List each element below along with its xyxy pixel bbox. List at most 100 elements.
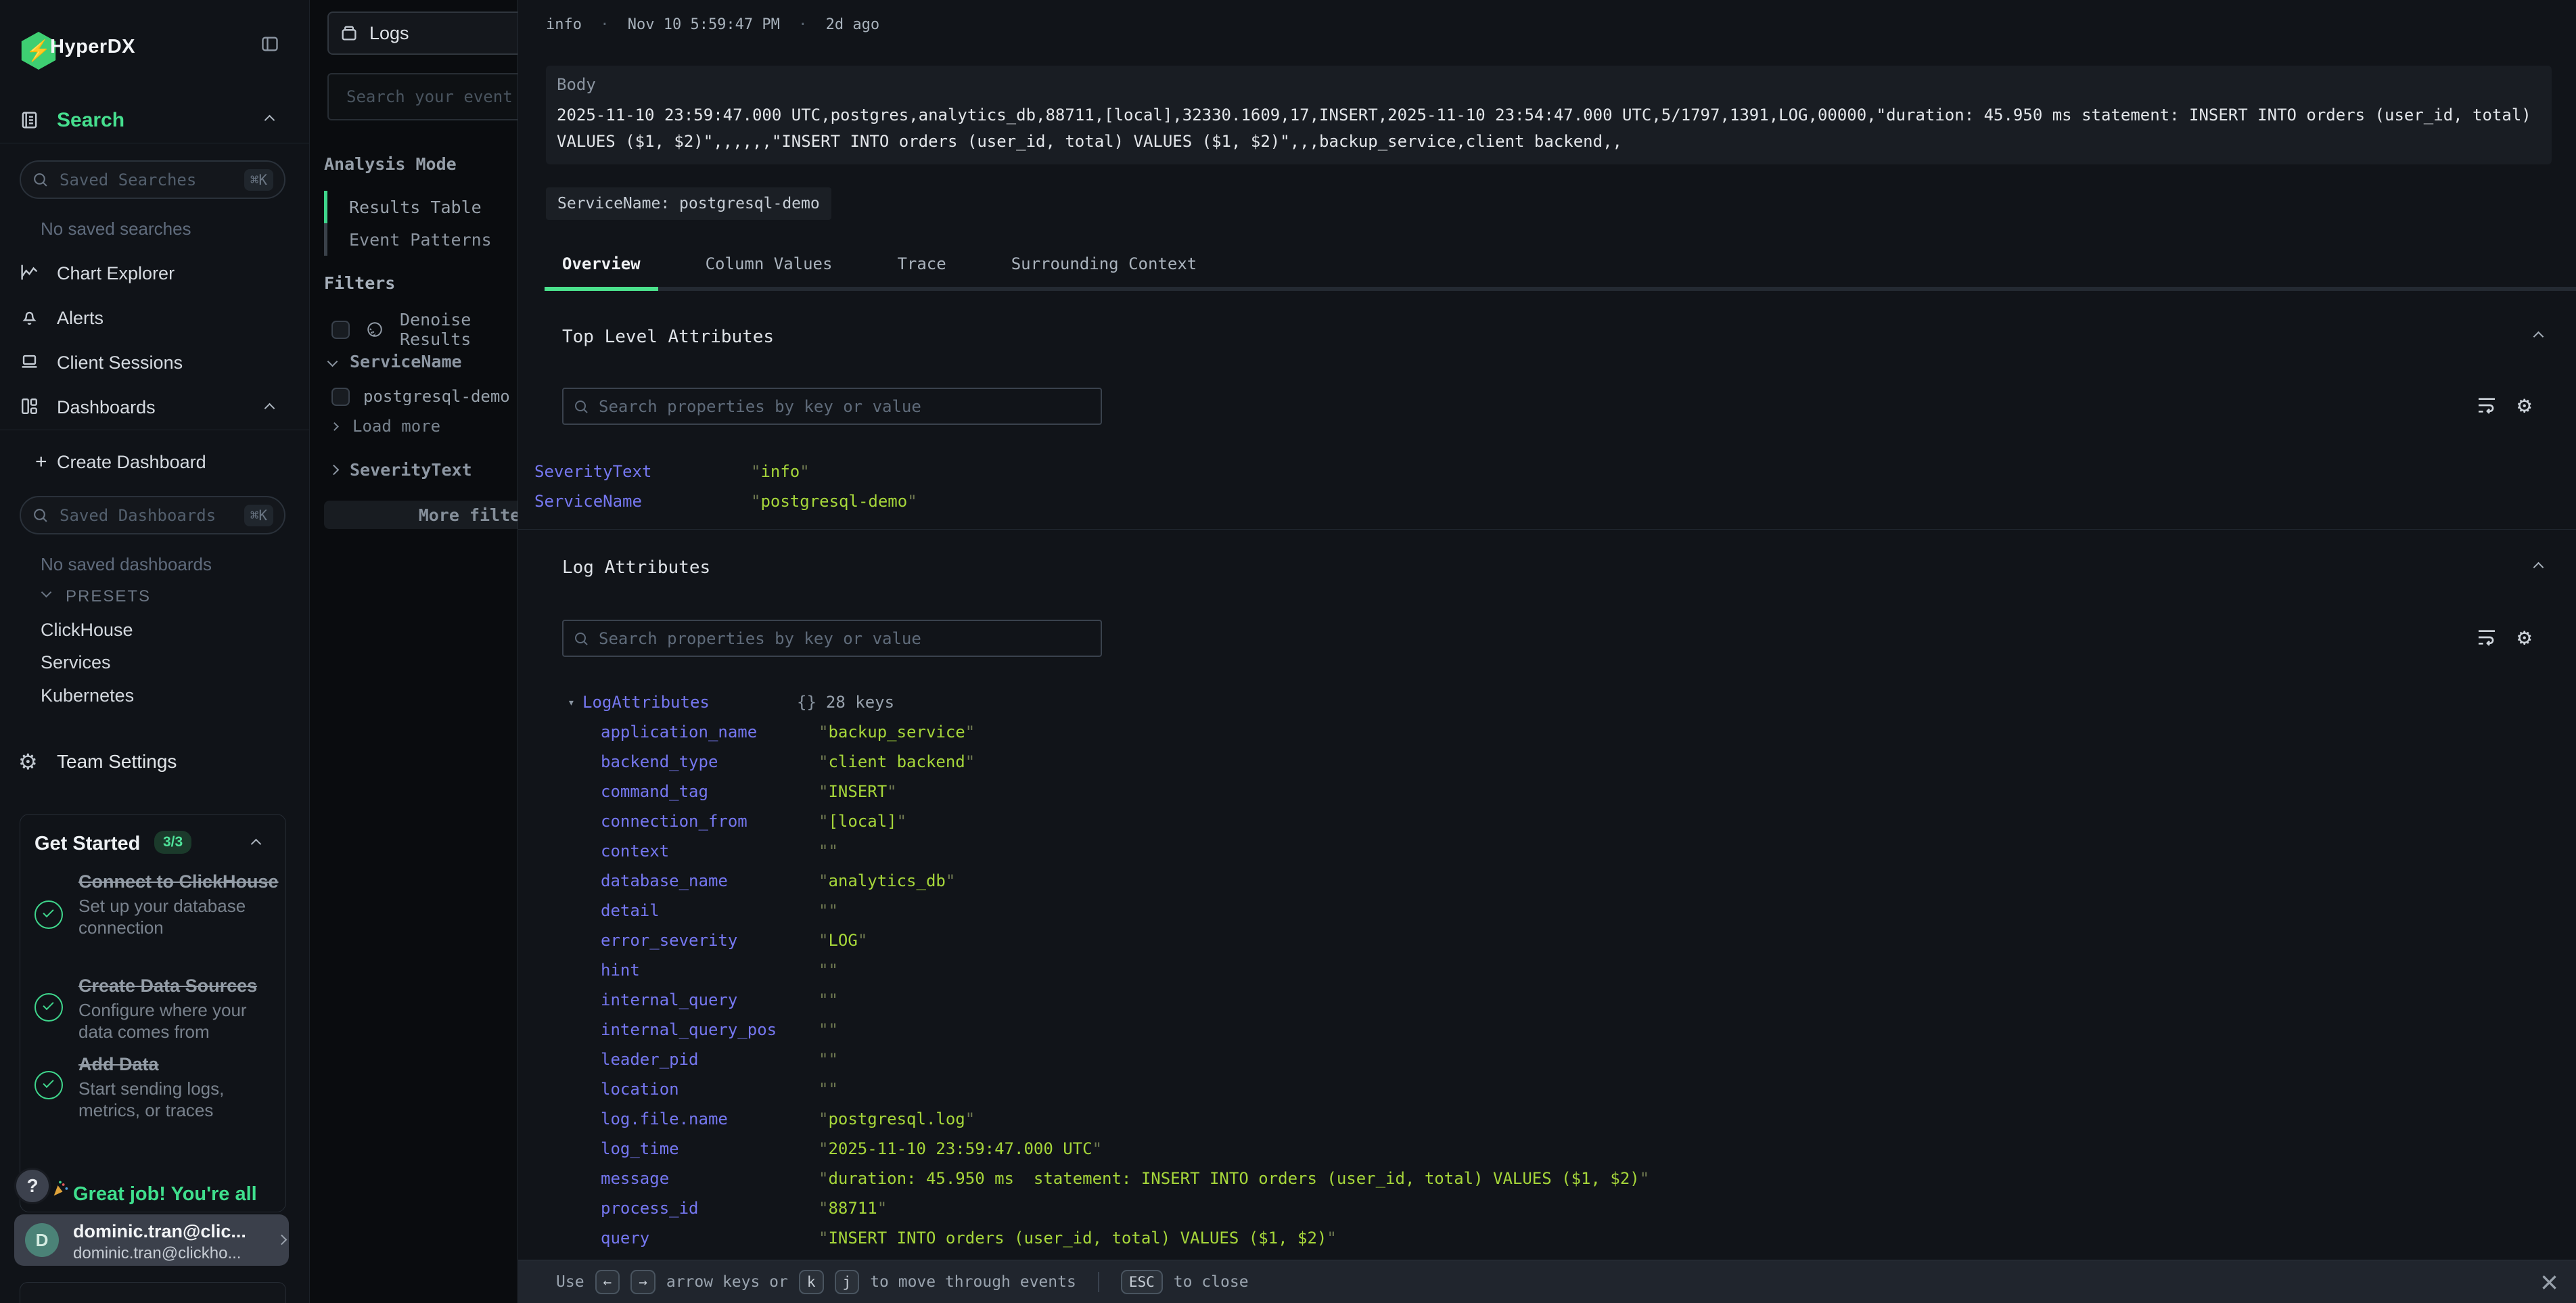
attribute-value[interactable] — [819, 961, 838, 980]
attribute-value[interactable]: info — [751, 462, 810, 481]
attribute-key[interactable]: SeverityText — [534, 462, 751, 481]
mode-event-patterns[interactable]: Event Patterns — [324, 223, 518, 256]
attribute-value[interactable] — [819, 990, 838, 1009]
attribute-row[interactable]: log.file.namepostgresql.log — [562, 1104, 2576, 1134]
preset-clickhouse[interactable]: ClickHouse — [41, 620, 133, 641]
chevron-up-icon[interactable] — [264, 403, 275, 414]
saved-searches-input[interactable]: ⌘K — [20, 160, 285, 199]
presets-label[interactable]: PRESETS — [66, 587, 151, 606]
attribute-value[interactable]: duration: 45.950 ms statement: INSERT IN… — [819, 1169, 1649, 1188]
attribute-row[interactable]: application_namebackup_service — [562, 717, 2576, 747]
attribute-row[interactable]: SeverityText info — [518, 457, 2576, 486]
more-filters-button[interactable]: More filters — [324, 501, 518, 529]
attribute-key[interactable]: error_severity — [601, 931, 819, 950]
attribute-row[interactable]: messageduration: 45.950 ms statement: IN… — [562, 1164, 2576, 1193]
k-key[interactable]: k — [799, 1270, 824, 1294]
load-more-row[interactable]: Load more — [331, 417, 440, 436]
attribute-key[interactable]: internal_query_pos — [601, 1020, 819, 1039]
event-search-input[interactable] — [327, 73, 518, 120]
sidebar-item-team-settings[interactable]: Team Settings — [57, 751, 177, 773]
attribute-key[interactable]: detail — [601, 901, 819, 920]
log-attributes-root-row[interactable]: ▾ LogAttributes {} 28 keys — [562, 687, 2576, 717]
attribute-key[interactable]: location — [601, 1080, 819, 1099]
attribute-row[interactable]: error_severityLOG — [562, 925, 2576, 955]
attribute-row[interactable]: queryINSERT INTO orders (user_id, total)… — [562, 1223, 2576, 1253]
attribute-row[interactable]: database_nameanalytics_db — [562, 866, 2576, 896]
filter-group-severitytext[interactable]: SeverityText — [330, 460, 472, 480]
attribute-value[interactable]: INSERT — [819, 782, 897, 801]
gear-icon[interactable]: ⚙ — [2518, 394, 2531, 417]
source-selector-button[interactable]: Logs — [327, 12, 518, 55]
attribute-value[interactable]: 2025-11-10 23:59:47.000 UTC — [819, 1139, 1102, 1158]
attribute-value[interactable]: postgresql.log — [819, 1110, 975, 1128]
attribute-value[interactable]: LOG — [819, 931, 867, 950]
chevron-down-icon[interactable] — [41, 587, 52, 598]
property-search-input[interactable] — [562, 620, 1102, 657]
attribute-row[interactable]: detail — [562, 896, 2576, 925]
service-checkbox[interactable] — [331, 388, 350, 406]
attribute-key[interactable]: log_time — [601, 1139, 819, 1158]
attribute-row[interactable]: internal_query_pos — [562, 1015, 2576, 1045]
close-icon[interactable]: × — [2540, 1266, 2558, 1298]
attribute-key[interactable]: context — [601, 842, 819, 861]
get-started-item[interactable]: Add Data Start sending logs, metrics, or… — [78, 1053, 281, 1121]
sidebar-item-alerts[interactable]: Alerts — [57, 308, 104, 329]
attribute-value[interactable]: client backend — [819, 752, 975, 771]
attribute-row[interactable]: log_time2025-11-10 23:59:47.000 UTC — [562, 1134, 2576, 1164]
sidebar-item-chart-explorer[interactable]: Chart Explorer — [57, 263, 175, 284]
preset-kubernetes[interactable]: Kubernetes — [41, 685, 134, 706]
attribute-key[interactable]: leader_pid — [601, 1050, 819, 1069]
sidebar-item-client-sessions[interactable]: Client Sessions — [57, 352, 183, 373]
attribute-value[interactable]: analytics_db — [819, 871, 955, 890]
attribute-row[interactable]: command_tagINSERT — [562, 777, 2576, 806]
filter-option-label[interactable]: postgresql-demo — [363, 387, 510, 406]
attribute-key[interactable]: internal_query — [601, 990, 819, 1009]
attribute-key[interactable]: application_name — [601, 723, 819, 741]
tab-column-values[interactable]: Column Values — [688, 244, 850, 291]
arrow-left-key[interactable]: ← — [595, 1270, 620, 1294]
help-button[interactable]: ? — [14, 1168, 51, 1204]
attribute-row[interactable]: backend_typeclient backend — [562, 747, 2576, 777]
attribute-value[interactable] — [819, 1020, 838, 1039]
filter-group-servicename[interactable]: ServiceName — [329, 352, 462, 371]
attribute-value[interactable]: INSERT INTO orders (user_id, total) VALU… — [819, 1229, 1337, 1248]
gear-icon[interactable]: ⚙ — [2518, 626, 2531, 649]
attribute-row[interactable]: process_id88711 — [562, 1193, 2576, 1223]
attribute-key[interactable]: hint — [601, 961, 819, 980]
sidebar-item-dashboards[interactable]: Dashboards — [57, 397, 156, 418]
attribute-row[interactable]: internal_query — [562, 985, 2576, 1015]
attribute-row[interactable]: context — [562, 836, 2576, 866]
attribute-value[interactable] — [819, 901, 838, 920]
attribute-key[interactable]: process_id — [601, 1199, 819, 1218]
wrap-text-icon[interactable] — [2476, 626, 2498, 648]
attribute-value[interactable]: postgresql-demo — [751, 492, 917, 511]
user-menu[interactable]: D dominic.tran@clic... dominic.tran@clic… — [14, 1214, 289, 1266]
j-key[interactable]: j — [835, 1270, 860, 1294]
collapse-section-icon[interactable] — [2533, 562, 2544, 573]
tab-surrounding-context[interactable]: Surrounding Context — [994, 244, 1215, 291]
attribute-key[interactable]: log.file.name — [601, 1110, 819, 1128]
get-started-item[interactable]: Create Data Sources Configure where your… — [78, 974, 281, 1043]
get-started-item[interactable]: Connect to ClickHouse Set up your databa… — [78, 870, 279, 938]
attribute-value[interactable] — [819, 842, 838, 861]
sidebar-item-search[interactable]: Search — [57, 109, 124, 132]
attribute-row[interactable]: connection_from[local] — [562, 806, 2576, 836]
chevron-up-icon[interactable] — [251, 839, 262, 850]
chevron-up-icon[interactable] — [264, 115, 275, 126]
denoise-checkbox[interactable] — [331, 321, 350, 339]
attribute-key[interactable]: command_tag — [601, 782, 819, 801]
saved-dashboards-input[interactable]: ⌘K — [20, 496, 285, 534]
tab-overview[interactable]: Overview — [545, 244, 658, 291]
attribute-value[interactable] — [819, 1080, 838, 1099]
attribute-value[interactable]: backup_service — [819, 723, 975, 741]
attribute-value[interactable]: 88711 — [819, 1199, 887, 1218]
attribute-key[interactable]: ServiceName — [534, 492, 751, 511]
mode-results-table[interactable]: Results Table — [324, 191, 518, 223]
wrap-text-icon[interactable] — [2476, 394, 2498, 416]
attribute-value[interactable]: [local] — [819, 812, 906, 831]
attribute-row[interactable]: location — [562, 1074, 2576, 1104]
collapse-section-icon[interactable] — [2533, 332, 2544, 342]
attribute-value[interactable] — [819, 1050, 838, 1069]
attribute-key[interactable]: LogAttributes — [582, 693, 797, 712]
attribute-key[interactable]: backend_type — [601, 752, 819, 771]
